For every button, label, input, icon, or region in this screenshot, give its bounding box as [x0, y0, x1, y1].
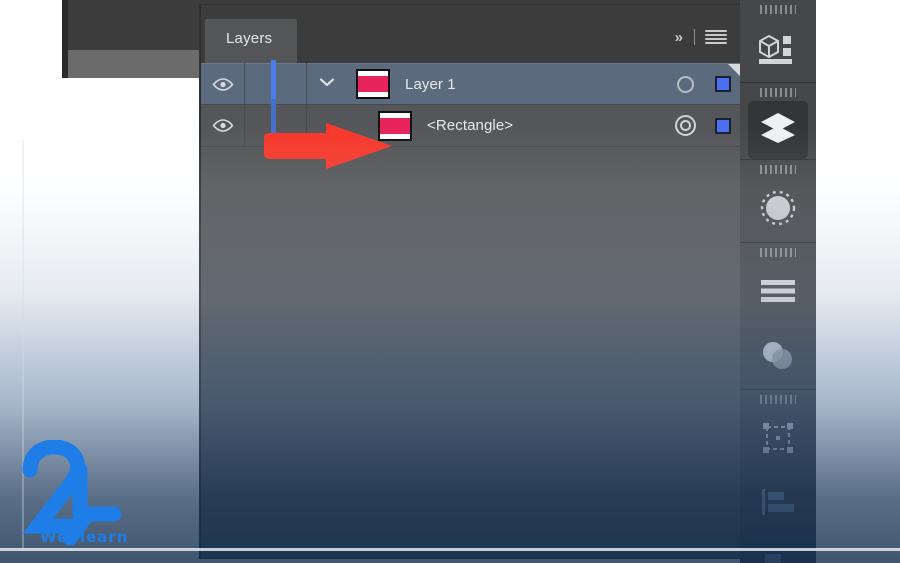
target-circle-icon	[676, 75, 694, 93]
dock-group-appearance	[740, 160, 816, 243]
layer-edit-column[interactable]	[245, 60, 307, 108]
dock-group-asset	[740, 0, 816, 83]
paragraph-styles-icon	[758, 278, 798, 309]
dock-group-transform	[740, 390, 816, 563]
dock-button-asset-export[interactable]	[740, 18, 816, 82]
selection-square-icon	[715, 117, 731, 134]
page-right-margin	[816, 0, 900, 563]
dock-button-layers[interactable]	[748, 101, 808, 159]
layer-target-button[interactable]	[665, 105, 705, 147]
tab-layers-label: Layers	[226, 30, 273, 47]
dock-button-appearance[interactable]	[740, 178, 816, 242]
dock-button-transform[interactable]	[740, 408, 816, 472]
panel-tab-bar: Layers »	[201, 5, 741, 63]
watermark: Weblearn	[18, 439, 138, 555]
layer-name-cell[interactable]: Layer 1	[399, 76, 665, 93]
layer-name-label: Layer 1	[405, 75, 456, 93]
dock-button-align[interactable]	[740, 472, 816, 536]
eye-icon	[212, 119, 234, 132]
layers-panel: Layers » Layer 1 <Rectangle>	[200, 5, 741, 558]
double-chevron-right-icon[interactable]: »	[672, 30, 684, 45]
align-icon	[759, 487, 797, 522]
layers-icon	[758, 111, 798, 150]
layer-thumbnail	[347, 63, 399, 105]
layer-name-cell[interactable]: <Rectangle>	[421, 117, 665, 134]
watermark-text: Weblearn	[40, 528, 129, 546]
screenshot-stage: Layers » Layer 1 <Rectangle> Weblearn	[0, 0, 900, 563]
transform-icon	[761, 421, 795, 460]
dock-button-paragraph-styles[interactable]	[740, 261, 816, 325]
layer-disclosure-toggle[interactable]	[307, 63, 347, 105]
dock-button-pathfinder[interactable]	[740, 536, 816, 563]
pathfinder-icon	[761, 551, 795, 563]
red-arrow-right-icon	[262, 122, 394, 170]
appearance-icon	[759, 189, 797, 232]
right-dock	[740, 0, 816, 563]
table-row[interactable]: Layer 1	[201, 60, 741, 108]
layer-selection-indicator[interactable]	[705, 105, 741, 147]
panel-menu-hamburger-icon[interactable]	[705, 29, 727, 45]
header-divider	[694, 29, 695, 45]
selection-square-icon	[715, 76, 731, 92]
drag-grip-icon[interactable]	[740, 83, 816, 101]
drag-grip-icon[interactable]	[740, 243, 816, 261]
layer-name-label: <Rectangle>	[427, 117, 514, 134]
layer-visibility-toggle[interactable]	[201, 104, 245, 147]
layer-visibility-toggle[interactable]	[201, 63, 245, 105]
tab-layers[interactable]: Layers	[205, 19, 297, 63]
panel-header-controls: »	[672, 29, 727, 45]
layer-thumbnail-swatch	[356, 69, 390, 99]
dock-group-styles	[740, 243, 816, 390]
chevron-down-icon	[319, 75, 335, 93]
drag-grip-icon[interactable]	[740, 390, 816, 408]
target-circle-selected-icon	[674, 115, 696, 136]
drag-grip-icon[interactable]	[740, 160, 816, 178]
eye-icon	[212, 77, 234, 91]
layer-target-button[interactable]	[665, 63, 705, 105]
asset-export-icon	[757, 31, 799, 70]
drag-grip-icon[interactable]	[740, 0, 816, 18]
dock-button-transparency[interactable]	[740, 325, 816, 389]
transparency-icon	[758, 338, 798, 377]
dock-group-layers	[740, 83, 816, 160]
